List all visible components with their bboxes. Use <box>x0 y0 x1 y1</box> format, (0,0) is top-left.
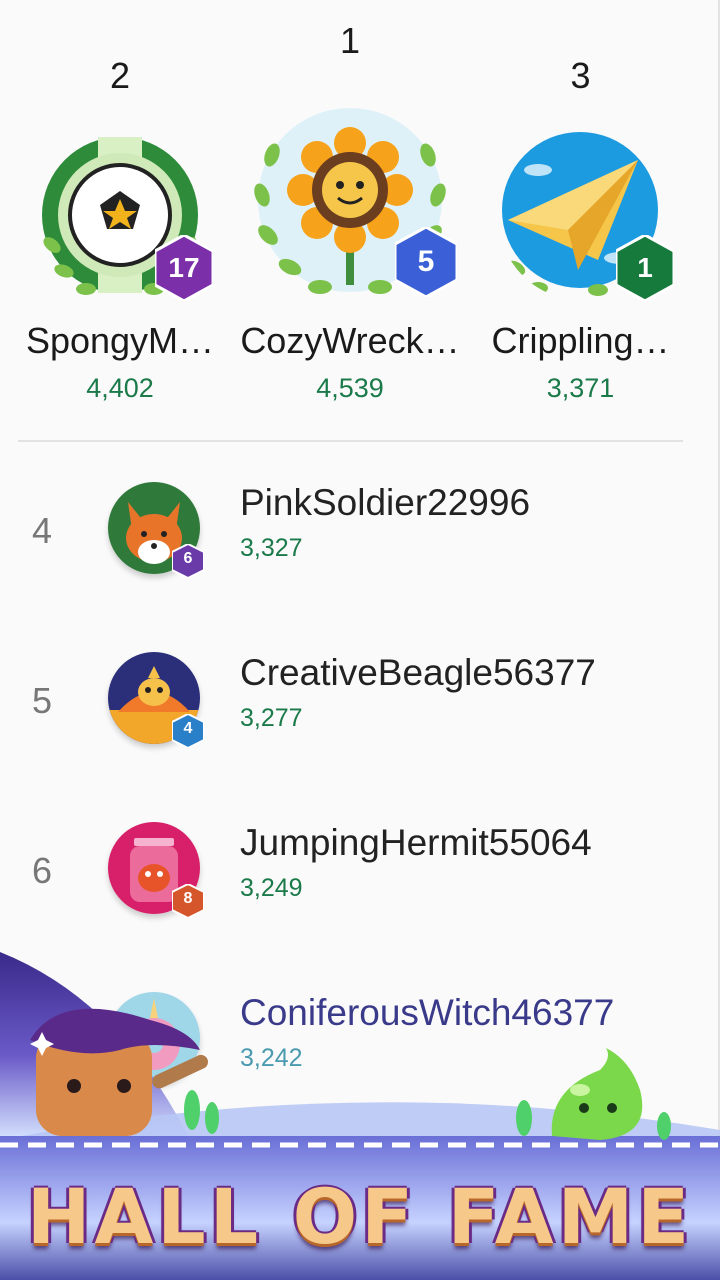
player-name: Crippling… <box>491 320 670 361</box>
level-badge: 17 <box>155 235 213 301</box>
player-score: 4,402 <box>86 373 154 403</box>
leaderboard-row[interactable]: 4 6 PinkSoldier22996 3,327 <box>0 482 718 602</box>
player-name: CozyWreck… <box>240 320 460 361</box>
podium-second[interactable]: 2 17 SpongyM… 4,402 <box>25 55 215 405</box>
row-rank: 6 <box>32 850 53 891</box>
player-score: 4,539 <box>316 373 384 403</box>
player-name: CreativeBeagle56377 <box>240 652 596 693</box>
hall-of-fame-title: HALL OF FAME <box>26 1172 694 1261</box>
level-text: 8 <box>183 890 193 907</box>
row-rank: 4 <box>32 510 53 551</box>
player-name: JumpingHermit55064 <box>240 822 592 863</box>
player-score: 3,277 <box>240 704 303 732</box>
player-name: PinkSoldier22996 <box>240 482 531 523</box>
level-text: 6 <box>183 550 193 567</box>
podium-third[interactable]: 3 1 Crippling… 3,371 <box>488 55 674 405</box>
player-score: 3,371 <box>546 373 615 403</box>
podium-rank: 2 <box>109 55 131 96</box>
player-score: 3,327 <box>240 534 303 562</box>
level-text: 4 <box>183 720 193 737</box>
leaderboard-row[interactable]: 6 8 JumpingHermit55064 3,249 <box>0 822 718 942</box>
player-name: SpongyM… <box>25 320 215 361</box>
level-badge: 5 <box>395 227 457 297</box>
leaderboard-row[interactable]: 5 4 CreativeBeagle56377 3,277 <box>0 652 718 772</box>
level-badge: 1 <box>616 235 674 301</box>
podium-rank: 3 <box>570 55 591 96</box>
level-text: 17 <box>168 252 200 283</box>
level-text: 5 <box>417 245 435 278</box>
podium-first[interactable]: 1 5 CozyWreck… 4,539 <box>240 20 459 405</box>
podium-divider <box>18 440 683 442</box>
row-rank: 5 <box>32 680 53 721</box>
level-text: 1 <box>637 252 653 283</box>
player-score: 3,249 <box>240 874 303 902</box>
podium-rank: 1 <box>339 20 361 61</box>
